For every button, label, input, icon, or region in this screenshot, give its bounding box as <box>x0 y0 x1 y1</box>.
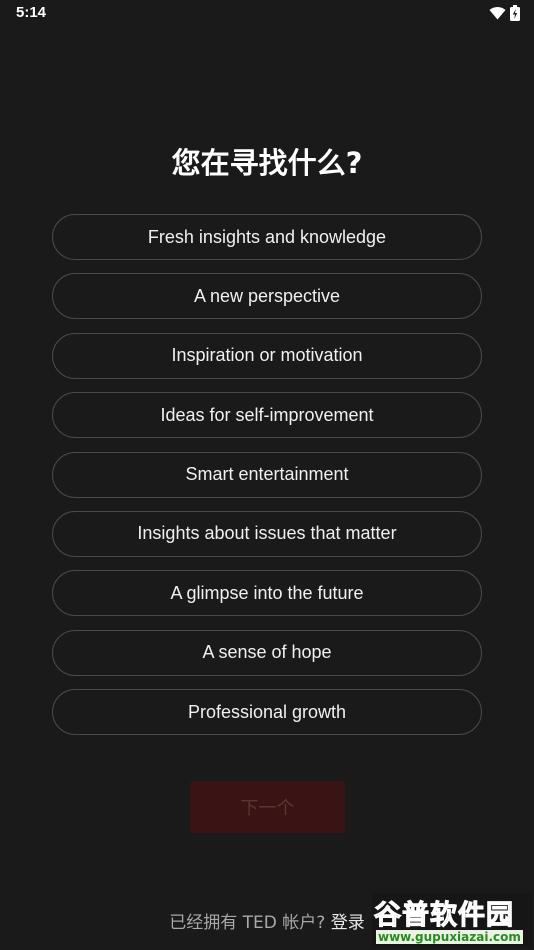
option-inspiration[interactable]: Inspiration or motivation <box>52 332 482 379</box>
watermark-logo: 谷普软件园 www.gupuxiazai.com <box>372 893 532 947</box>
options-list: Fresh insights and knowledge A new persp… <box>52 214 482 749</box>
wifi-icon <box>489 6 506 25</box>
battery-charging-icon <box>510 5 520 26</box>
option-label: A new perspective <box>193 285 341 306</box>
option-smart-entertainment[interactable]: Smart entertainment <box>52 451 482 498</box>
option-sense-of-hope[interactable]: A sense of hope <box>52 629 482 676</box>
page-title: 您在寻找什么? <box>171 146 363 180</box>
option-self-improvement[interactable]: Ideas for self-improvement <box>52 392 482 439</box>
option-label: Professional growth <box>187 701 347 722</box>
option-label: A glimpse into the future <box>170 582 364 603</box>
option-label: Fresh insights and knowledge <box>147 226 387 247</box>
account-prompt: 已经拥有 TED 帐户? <box>169 913 326 933</box>
option-glimpse-future[interactable]: A glimpse into the future <box>52 570 482 617</box>
option-professional-growth[interactable]: Professional growth <box>52 689 482 736</box>
option-new-perspective[interactable]: A new perspective <box>52 273 482 320</box>
option-label: A sense of hope <box>202 642 332 663</box>
option-issues-that-matter[interactable]: Insights about issues that matter <box>52 510 482 557</box>
option-label: Inspiration or motivation <box>171 345 363 366</box>
option-label: Ideas for self-improvement <box>160 404 374 425</box>
option-fresh-insights[interactable]: Fresh insights and knowledge <box>52 214 482 260</box>
option-label: Smart entertainment <box>185 464 349 485</box>
status-icons <box>489 5 520 26</box>
login-link[interactable]: 登录 <box>331 913 365 933</box>
status-bar: 5:14 <box>0 0 534 28</box>
status-time: 5:14 <box>16 4 47 21</box>
watermark-url: www.gupuxiazai.com <box>376 930 523 944</box>
option-label: Insights about issues that matter <box>137 523 397 544</box>
next-button[interactable]: 下一个 <box>190 781 345 833</box>
watermark-brand: 谷普软件园 <box>374 900 514 932</box>
